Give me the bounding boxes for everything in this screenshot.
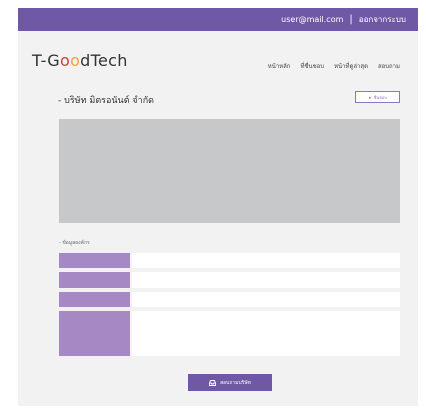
info-row-label: [59, 311, 130, 356]
user-email-link[interactable]: user@mail.com: [281, 15, 343, 24]
info-row: [59, 272, 400, 288]
logo-prefix: T-G: [32, 51, 60, 70]
logo-suffix: dTech: [80, 51, 128, 70]
info-row-label: [59, 272, 130, 288]
favorite-button-label: ชื่นชอบ: [373, 94, 387, 100]
logout-link[interactable]: ออกจากระบบ: [359, 13, 406, 26]
info-row-value: [132, 253, 400, 268]
info-section-title: - ข้อมูลองค์กร: [59, 240, 90, 246]
nav-item-favorites[interactable]: ที่ชื่นชอบ: [300, 61, 324, 71]
company-name: - บริษัท มิตรอนันต์ จำกัด: [58, 96, 155, 106]
topbar-separator: |: [349, 14, 353, 25]
inbox-icon: [209, 379, 217, 386]
info-row: [59, 311, 400, 356]
contact-company-button[interactable]: สอบถามบริษัท: [188, 374, 272, 391]
contact-button-label: สอบถามบริษัท: [220, 379, 251, 386]
info-row-value: [132, 311, 400, 356]
info-row-value: [132, 292, 400, 307]
info-row-label: [59, 253, 130, 268]
info-row: [59, 292, 400, 307]
nav-item-home[interactable]: หน้าหลัก: [268, 61, 291, 71]
site-logo[interactable]: T-GoodTech: [32, 51, 128, 70]
info-row-value: [132, 272, 400, 288]
nav-item-inquiry[interactable]: สอบถาม: [378, 61, 400, 71]
main-nav: หน้าหลัก ที่ชื่นชอบ หน้าที่ดูล่าสุด สอบถ…: [268, 61, 400, 71]
top-bar: user@mail.com | ออกจากระบบ: [18, 8, 418, 31]
company-banner-image: [59, 119, 400, 223]
favorite-button[interactable]: ★ ชื่นชอบ: [355, 91, 400, 103]
nav-item-recent[interactable]: หน้าที่ดูล่าสุด: [334, 61, 368, 71]
logo-o-orange: o: [70, 51, 81, 70]
info-row: [59, 253, 400, 268]
info-row-label: [59, 292, 130, 307]
logo-o-red: o: [59, 51, 71, 70]
star-icon: ★: [368, 94, 372, 100]
